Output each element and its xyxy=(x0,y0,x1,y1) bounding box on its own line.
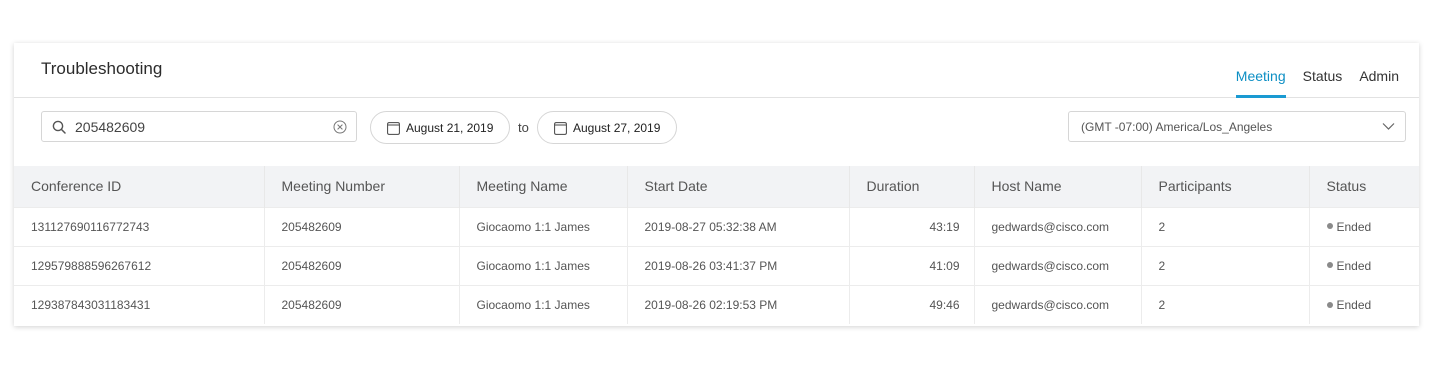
search-box xyxy=(41,111,357,142)
duration-cell: 43:19 xyxy=(848,206,974,246)
column-header-participants[interactable]: Participants xyxy=(1140,166,1309,207)
card-header: Troubleshooting Meeting Status Admin xyxy=(14,43,1419,98)
meeting-number-cell: 205482609 xyxy=(263,245,459,285)
conference-id-cell: 129579888596267612 xyxy=(14,245,264,285)
participants-cell: 2 xyxy=(1140,284,1309,324)
duration-cell: 41:09 xyxy=(848,245,974,285)
participants-cell: 2 xyxy=(1140,206,1309,246)
tab-meeting[interactable]: Meeting xyxy=(1235,43,1286,98)
participants-cell: 2 xyxy=(1140,245,1309,285)
host-name-cell: gedwards@cisco.com xyxy=(973,284,1141,324)
timezone-select[interactable]: (GMT -07:00) America/Los_Angeles xyxy=(1068,111,1406,142)
duration-cell: 49:46 xyxy=(848,284,974,324)
status-cell: Ended xyxy=(1308,245,1419,285)
start-date-cell: 2019-08-26 02:19:53 PM xyxy=(626,284,849,324)
meetings-table: Conference ID Meeting Number Meeting Nam… xyxy=(14,166,1419,324)
end-date-picker[interactable]: August 27, 2019 xyxy=(537,111,677,144)
status-badge: Ended xyxy=(1336,219,1372,234)
status-badge: Ended xyxy=(1336,258,1372,273)
clear-icon[interactable] xyxy=(333,120,347,134)
chevron-down-icon xyxy=(1382,123,1395,130)
host-name-cell: gedwards@cisco.com xyxy=(973,206,1141,246)
calendar-icon xyxy=(554,122,567,135)
start-date-picker[interactable]: August 21, 2019 xyxy=(370,111,510,144)
tab-status[interactable]: Status xyxy=(1303,43,1343,97)
status-cell: Ended xyxy=(1308,206,1419,246)
tab-bar: Meeting Status Admin xyxy=(1219,43,1399,98)
table-header-row: Conference ID Meeting Number Meeting Nam… xyxy=(14,166,1419,207)
column-header-meeting-number[interactable]: Meeting Number xyxy=(263,166,459,207)
column-header-meeting-name[interactable]: Meeting Name xyxy=(458,166,627,207)
table-row[interactable]: 131127690116772743 205482609 Giocaomo 1:… xyxy=(14,206,1419,246)
page-title: Troubleshooting xyxy=(41,59,163,78)
timezone-value: (GMT -07:00) America/Los_Angeles xyxy=(1081,119,1273,134)
column-header-start-date[interactable]: Start Date xyxy=(626,166,849,207)
column-header-status[interactable]: Status xyxy=(1308,166,1419,207)
start-date-cell: 2019-08-27 05:32:38 AM xyxy=(626,206,849,246)
search-input[interactable] xyxy=(75,115,325,138)
status-dot-icon xyxy=(1326,262,1333,269)
tab-admin[interactable]: Admin xyxy=(1359,43,1399,97)
status-cell: Ended xyxy=(1308,284,1419,324)
meeting-number-cell: 205482609 xyxy=(263,284,459,324)
meeting-number-cell: 205482609 xyxy=(263,206,459,246)
conference-id-cell: 131127690116772743 xyxy=(14,206,264,246)
status-dot-icon xyxy=(1326,301,1333,308)
troubleshooting-card: Troubleshooting Meeting Status Admin Aug… xyxy=(14,43,1419,326)
status-dot-icon xyxy=(1326,223,1333,230)
conference-id-cell: 129387843031183431 xyxy=(14,284,264,324)
host-name-cell: gedwards@cisco.com xyxy=(973,245,1141,285)
column-header-host-name[interactable]: Host Name xyxy=(973,166,1141,207)
start-date-value: August 21, 2019 xyxy=(406,120,494,135)
table-row[interactable]: 129387843031183431 205482609 Giocaomo 1:… xyxy=(14,284,1419,324)
date-range-separator: to xyxy=(518,120,529,135)
calendar-icon xyxy=(387,122,400,135)
search-icon xyxy=(52,120,66,134)
meeting-name-cell: Giocaomo 1:1 James xyxy=(458,245,627,285)
end-date-value: August 27, 2019 xyxy=(573,120,661,135)
table-row[interactable]: 129579888596267612 205482609 Giocaomo 1:… xyxy=(14,245,1419,285)
column-header-conference-id[interactable]: Conference ID xyxy=(14,166,264,207)
column-header-duration[interactable]: Duration xyxy=(848,166,974,207)
start-date-cell: 2019-08-26 03:41:37 PM xyxy=(626,245,849,285)
status-badge: Ended xyxy=(1336,297,1372,312)
meeting-name-cell: Giocaomo 1:1 James xyxy=(458,206,627,246)
meeting-name-cell: Giocaomo 1:1 James xyxy=(458,284,627,324)
